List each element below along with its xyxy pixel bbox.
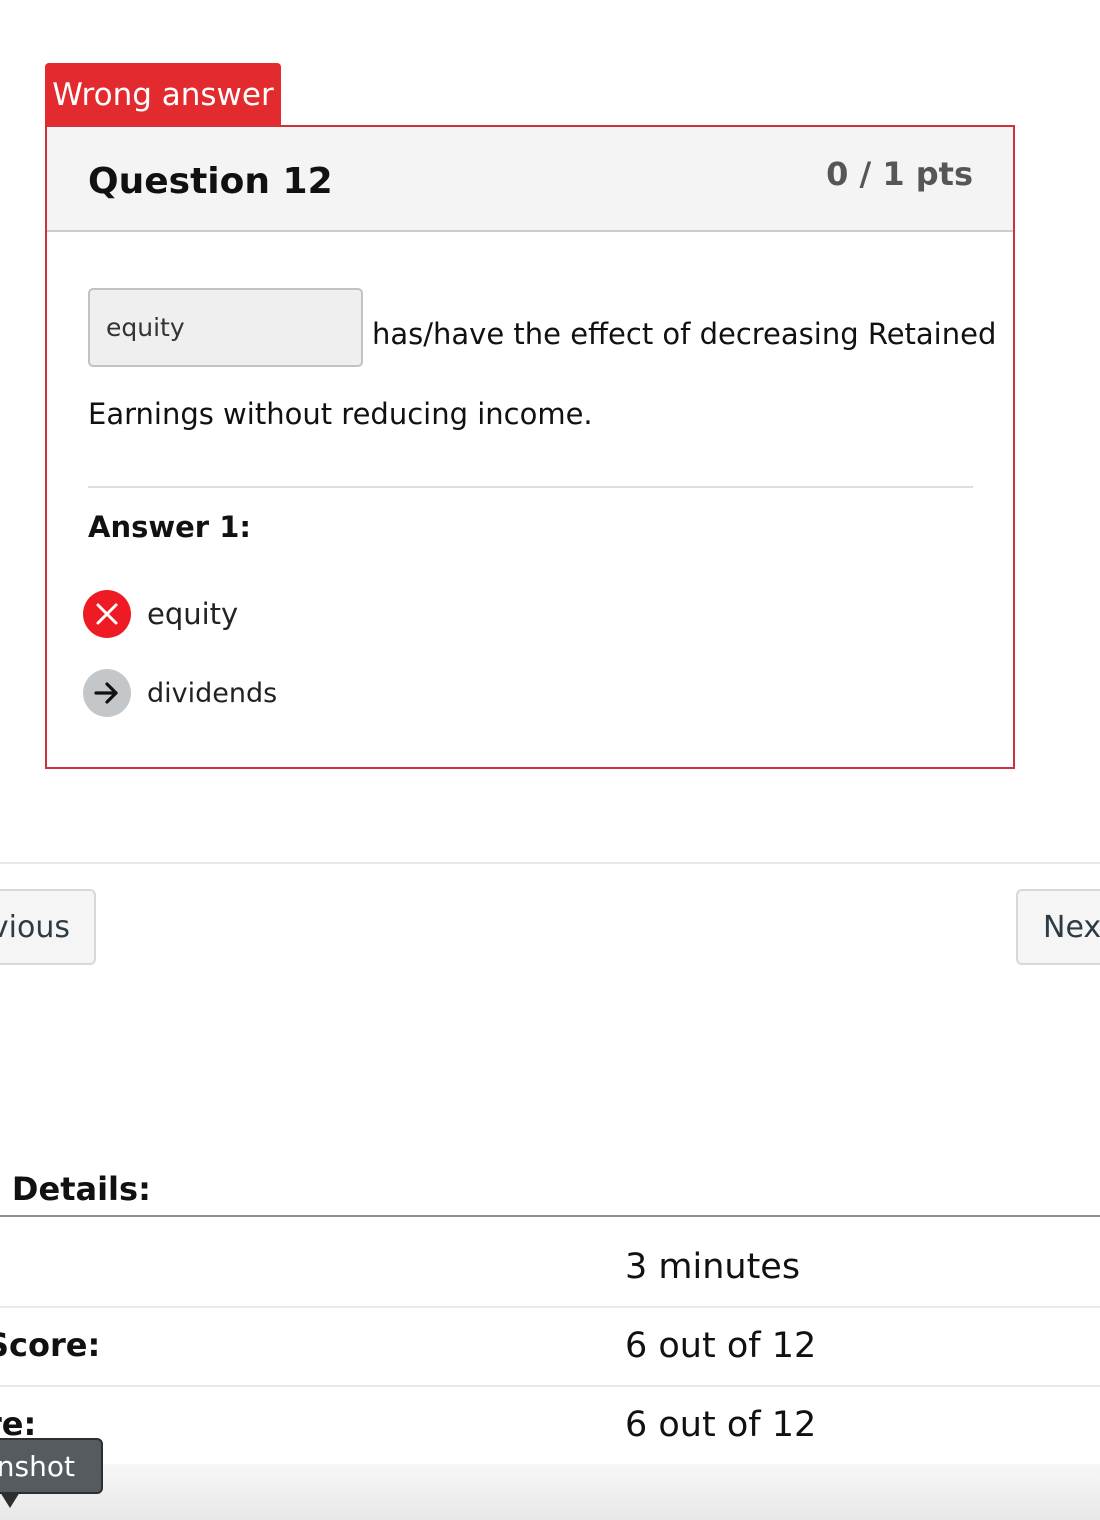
- details-row: 3 minutes: [0, 1227, 1100, 1308]
- right-arrow-icon: [83, 669, 131, 717]
- question-header: Question 12 0 / 1 pts: [47, 127, 1013, 232]
- previous-button[interactable]: vious: [0, 889, 96, 965]
- answer-divider: [88, 486, 973, 488]
- details-row: Score: 6 out of 12: [0, 1306, 1100, 1387]
- details-row-value: 6 out of 12: [625, 1405, 817, 1445]
- submission-details-title: n Details:: [0, 1170, 151, 1208]
- next-button[interactable]: Next: [1016, 889, 1100, 965]
- question-text-part1: has/have the effect of decreasing Retain…: [372, 317, 997, 351]
- details-row: re: 6 out of 12: [0, 1385, 1100, 1466]
- wrong-answer-tab: Wrong answer: [45, 63, 281, 127]
- details-row-label: Score:: [0, 1326, 101, 1364]
- question-text-part2: Earnings without reducing income.: [88, 397, 593, 431]
- details-row-value: 3 minutes: [625, 1247, 801, 1287]
- details-row-value: 6 out of 12: [625, 1326, 817, 1366]
- answer-dropdown[interactable]: equity: [88, 288, 363, 367]
- x-mark-icon: [83, 590, 131, 638]
- details-divider: [0, 1215, 1100, 1217]
- question-card: Question 12 0 / 1 pts equity has/have th…: [45, 125, 1015, 769]
- nav-divider: [0, 862, 1100, 864]
- question-points: 0 / 1 pts: [826, 155, 973, 193]
- tooltip-pointer: [0, 1492, 20, 1508]
- bottom-bar: [0, 1464, 1100, 1520]
- answer-text-correct: dividends: [147, 677, 278, 709]
- screenshot-tooltip: nshot: [0, 1438, 103, 1494]
- answer-text-wrong: equity: [147, 597, 239, 631]
- answer-row-wrong: equity: [83, 590, 238, 638]
- question-title: Question 12: [88, 161, 333, 202]
- answer-label: Answer 1:: [88, 510, 251, 544]
- answer-row-correct: dividends: [83, 669, 277, 717]
